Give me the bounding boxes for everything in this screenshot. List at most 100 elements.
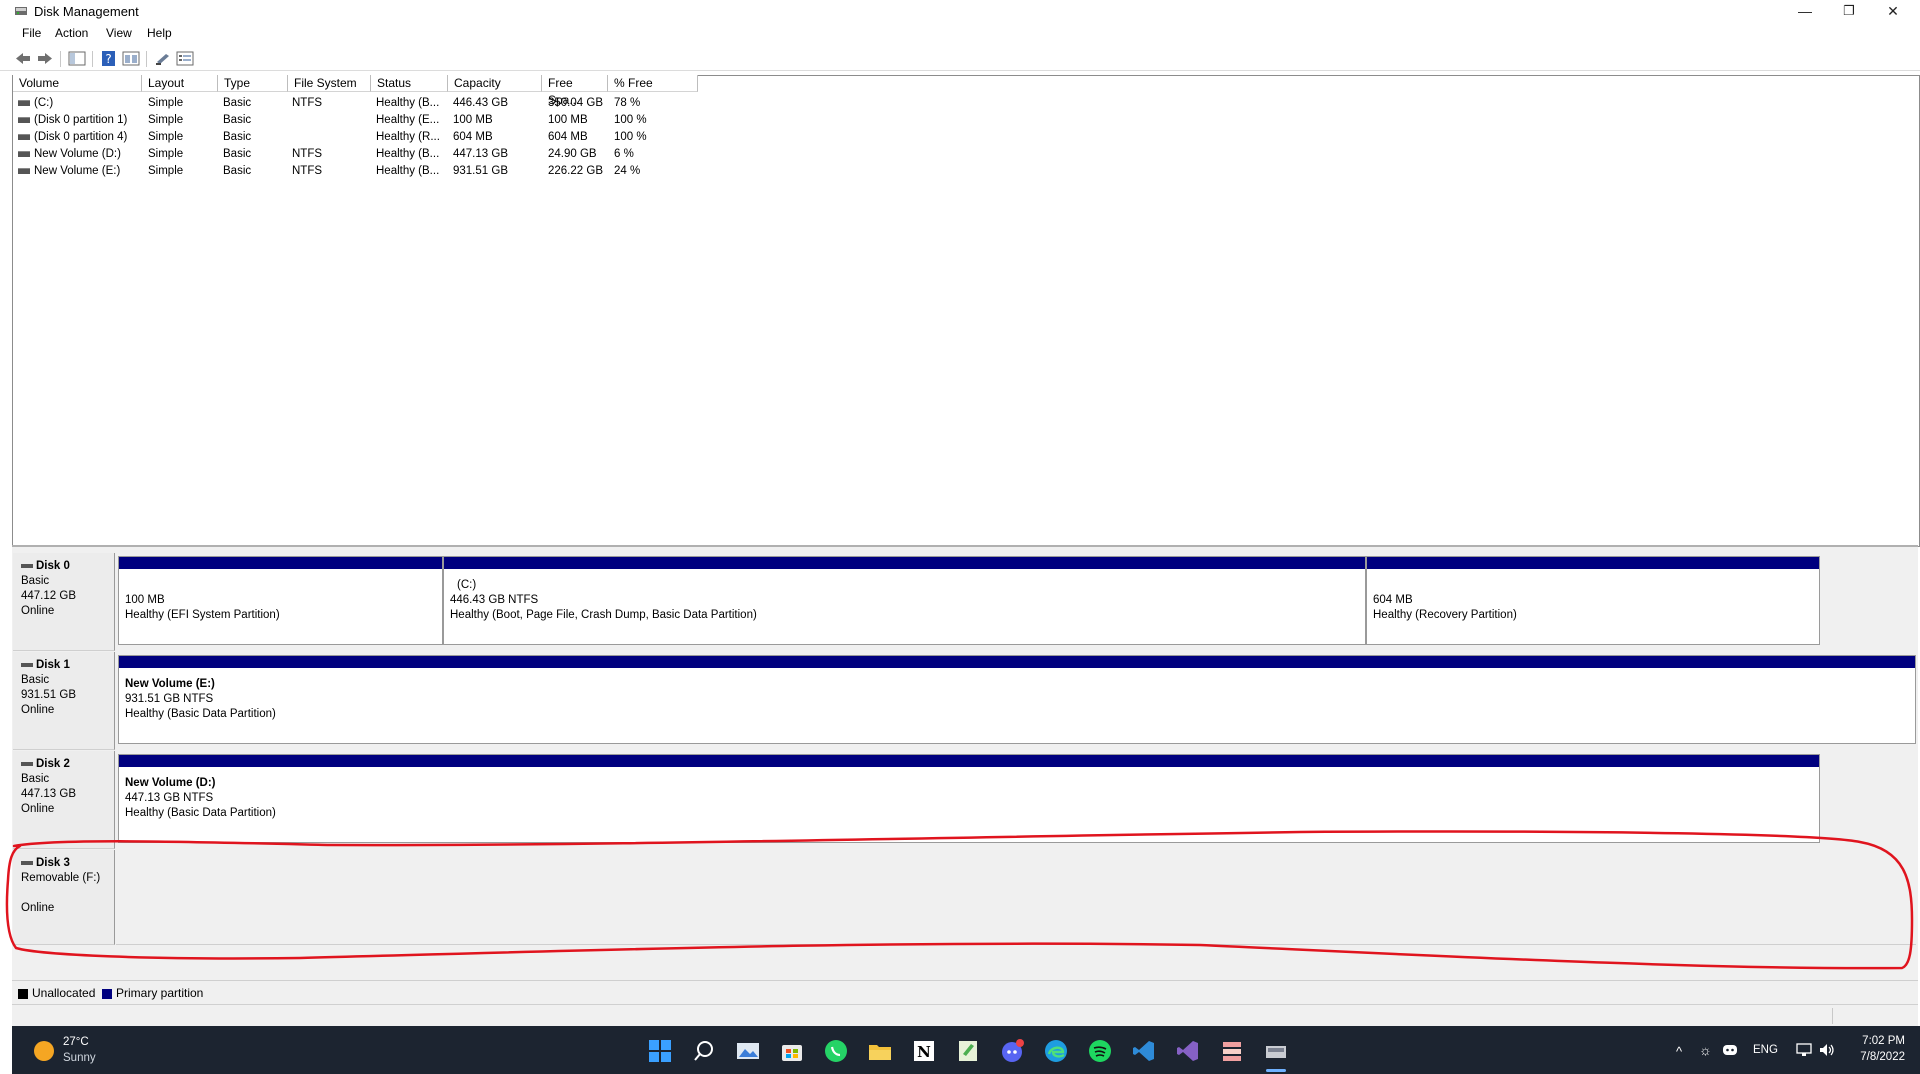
vscode-icon[interactable] — [1131, 1038, 1157, 1064]
disk-name: Disk 0 — [36, 560, 70, 572]
table-row[interactable]: New Volume (E:) Simple Basic NTFS Health… — [13, 163, 703, 180]
brightness-icon[interactable]: ☼ — [1699, 1042, 1712, 1058]
disk-type: Basic — [21, 674, 50, 686]
clock-time[interactable]: 7:02 PM — [1857, 1035, 1905, 1047]
windows-start-icon[interactable] — [647, 1038, 673, 1064]
connect-icon[interactable] — [154, 50, 172, 67]
status-cell: Healthy (B... — [376, 97, 440, 109]
partition-efi[interactable]: 100 MB Healthy (EFI System Partition) — [118, 556, 443, 645]
disk-management-icon[interactable] — [1263, 1038, 1289, 1064]
notion-icon[interactable]: N — [911, 1038, 937, 1064]
disk-status: Online — [21, 605, 55, 617]
disk-3-no-media-area[interactable] — [116, 850, 1916, 945]
free-space-cell: 226.22 GB — [548, 165, 603, 177]
disk-1-label[interactable]: Disk 1 Basic 931.51 GB Online — [13, 652, 115, 750]
svg-text:N: N — [917, 1043, 931, 1061]
clock-date[interactable]: 7/8/2022 — [1847, 1051, 1905, 1063]
volume-cell: (Disk 0 partition 4) — [18, 129, 143, 146]
column-header-capacity[interactable]: Capacity — [448, 75, 542, 92]
disk-0-label[interactable]: Disk 0 Basic 447.12 GB Online — [13, 553, 115, 651]
weather-temperature[interactable]: 27°C — [63, 1036, 89, 1048]
notepad-icon[interactable] — [955, 1038, 981, 1064]
free-space-cell: 604 MB — [548, 131, 588, 143]
edge-icon[interactable] — [1043, 1038, 1069, 1064]
column-header-file-system[interactable]: File System — [288, 75, 371, 92]
active-app-indicator — [1266, 1069, 1286, 1072]
whatsapp-icon[interactable] — [823, 1038, 849, 1064]
discord-icon[interactable] — [999, 1038, 1025, 1064]
list-view-icon[interactable] — [176, 50, 194, 67]
column-header-percent-free[interactable]: % Free — [608, 75, 698, 92]
disk-type: Removable (F:) — [21, 872, 101, 884]
forward-icon[interactable] — [36, 50, 54, 67]
table-row[interactable]: (Disk 0 partition 1) Simple Basic Health… — [13, 112, 703, 129]
column-header-type[interactable]: Type — [218, 75, 288, 92]
back-icon[interactable] — [14, 50, 32, 67]
partition-size: 446.43 GB NTFS — [450, 594, 539, 606]
file-explorer-icon[interactable] — [867, 1038, 893, 1064]
free-space-cell: 350.04 GB — [548, 97, 603, 109]
discord-tray-icon[interactable] — [1722, 1043, 1738, 1057]
menu-help[interactable]: Help — [147, 26, 172, 40]
volume-icon[interactable] — [1818, 1042, 1836, 1058]
partition-status: Healthy (Basic Data Partition) — [125, 807, 276, 819]
disk-2-label[interactable]: Disk 2 Basic 447.13 GB Online — [13, 751, 115, 849]
partition-recovery[interactable]: 604 MB Healthy (Recovery Partition) — [1366, 556, 1820, 645]
search-icon[interactable] — [691, 1038, 717, 1064]
menu-bar — [0, 24, 1920, 44]
disk-type: Basic — [21, 773, 50, 785]
table-row[interactable]: New Volume (D:) Simple Basic NTFS Health… — [13, 146, 703, 163]
volume-cell: (C:) — [18, 95, 143, 112]
volume-cell: New Volume (E:) — [18, 163, 143, 180]
unallocated-swatch — [18, 988, 28, 999]
visual-studio-icon[interactable] — [1175, 1038, 1201, 1064]
partition-size: 447.13 GB NTFS — [125, 792, 214, 804]
disk-icon — [21, 662, 33, 667]
sun-weather-icon[interactable] — [34, 1041, 54, 1061]
toolbar-separator — [60, 51, 61, 67]
toolbar — [0, 48, 1920, 71]
partition-d[interactable]: New Volume (D:) 447.13 GB NTFS Healthy (… — [118, 754, 1820, 843]
column-header-layout[interactable]: Layout — [142, 75, 218, 92]
spotify-icon[interactable] — [1087, 1038, 1113, 1064]
properties-icon[interactable] — [122, 50, 140, 67]
minimize-button[interactable]: — — [1783, 0, 1827, 22]
help-icon[interactable]: ? — [100, 50, 118, 67]
close-button[interactable]: ✕ — [1871, 0, 1915, 22]
menu-view[interactable]: View — [106, 26, 132, 40]
photos-icon[interactable] — [735, 1038, 761, 1064]
primary-partition-swatch — [102, 988, 112, 999]
column-header-free-space[interactable]: Free Spa... — [542, 75, 608, 107]
partition-size: 100 MB — [125, 594, 165, 606]
volume-name: (Disk 0 partition 4) — [34, 131, 128, 143]
column-header-status[interactable]: Status — [371, 75, 448, 92]
stack-app-icon[interactable] — [1219, 1038, 1245, 1064]
disk-size: 931.51 GB — [21, 689, 76, 701]
column-header-volume[interactable]: Volume — [13, 75, 142, 92]
capacity-cell: 446.43 GB — [453, 97, 508, 109]
weather-description[interactable]: Sunny — [63, 1052, 96, 1064]
maximize-button[interactable]: ❐ — [1827, 0, 1871, 22]
percent-free-cell: 24 % — [614, 165, 641, 177]
language-indicator[interactable]: ENG — [1753, 1044, 1778, 1056]
layout-cell: Simple — [148, 148, 184, 160]
table-row[interactable]: (Disk 0 partition 4) Simple Basic Health… — [13, 129, 703, 146]
type-cell: Basic — [223, 97, 252, 109]
disk-name: Disk 2 — [36, 758, 70, 770]
svg-text:?: ? — [105, 52, 111, 66]
legend-label: Unallocated — [32, 986, 96, 1000]
show-hidden-icons-chevron-icon[interactable]: ^ — [1676, 1044, 1682, 1059]
legend-unallocated: Unallocated — [18, 986, 95, 1000]
table-row[interactable]: (C:) Simple Basic NTFS Healthy (B... 446… — [13, 95, 703, 112]
disk-icon — [21, 563, 33, 568]
show-hide-console-tree-icon[interactable] — [68, 50, 86, 67]
menu-file[interactable]: File — [22, 26, 41, 40]
type-cell: Basic — [223, 114, 252, 126]
menu-action[interactable]: Action — [55, 26, 88, 40]
network-icon[interactable] — [1795, 1042, 1813, 1058]
partition-e[interactable]: New Volume (E:) 931.51 GB NTFS Healthy (… — [118, 655, 1916, 744]
disk-3-label[interactable]: Disk 3 Removable (F:) Online — [13, 850, 115, 945]
partition-c[interactable]: (C:) 446.43 GB NTFS Healthy (Boot, Page … — [443, 556, 1366, 645]
store-icon[interactable] — [779, 1038, 805, 1064]
file-system-cell: NTFS — [292, 165, 323, 177]
